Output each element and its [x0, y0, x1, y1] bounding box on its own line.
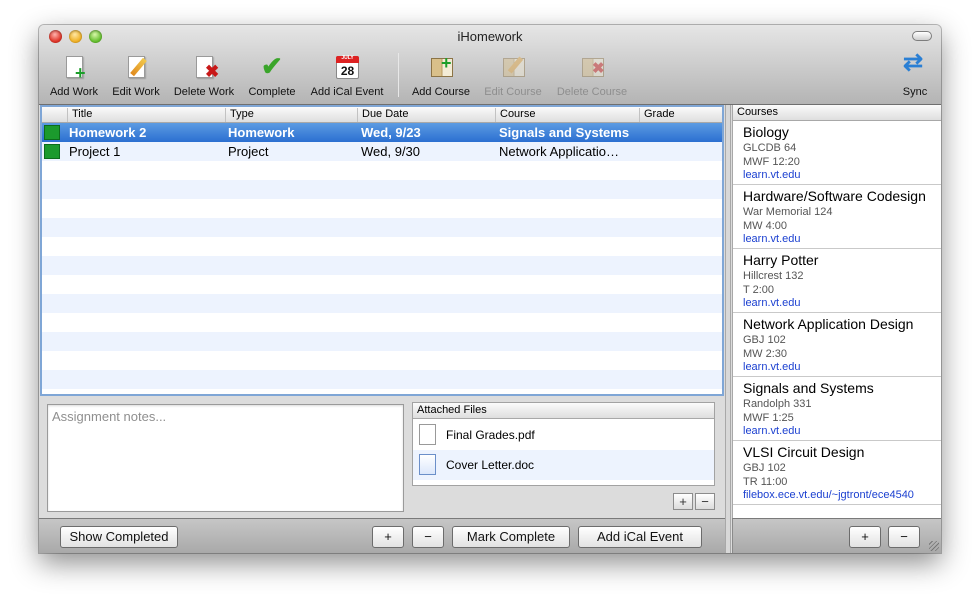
remove-work-button[interactable]: − — [412, 526, 444, 548]
courses-header: Courses — [733, 105, 941, 121]
table-row[interactable]: Homework 2 Homework Wed, 9/23 Signals an… — [42, 123, 722, 142]
bottom-bar: Show Completed + − Mark Complete Add iCa… — [39, 518, 729, 553]
add-course-icon: + — [427, 53, 455, 81]
attached-files-header: Attached Files — [413, 403, 714, 419]
row-type: Homework — [228, 125, 295, 140]
column-title[interactable]: Title — [67, 108, 225, 122]
list-item[interactable]: Final Grades.pdf — [413, 420, 714, 450]
status-indicator — [44, 125, 60, 140]
add-work-icon: + — [60, 53, 88, 82]
course-item[interactable]: Signals and Systems Randolph 331 MWF 1:2… — [733, 377, 941, 441]
course-link[interactable]: learn.vt.edu — [743, 169, 941, 182]
add-file-button[interactable]: + — [673, 493, 693, 510]
course-location: War Memorial 124 — [743, 206, 833, 218]
split-view-divider[interactable] — [725, 105, 731, 553]
course-link[interactable]: learn.vt.edu — [743, 361, 941, 374]
row-course: Signals and Systems — [499, 125, 630, 140]
toolbar-sync-button[interactable]: ⇄ Sync — [897, 51, 933, 101]
toolbar-edit-course-button[interactable]: Edit Course — [481, 51, 545, 101]
course-name: Harry Potter — [743, 252, 819, 268]
list-item[interactable]: Cover Letter.doc — [413, 450, 714, 480]
course-name: VLSI Circuit Design — [743, 444, 865, 460]
ical-calendar-icon: JULY 28 — [333, 53, 361, 81]
status-indicator — [44, 144, 60, 159]
course-location: Randolph 331 — [743, 398, 812, 410]
row-due-date: Wed, 9/30 — [361, 144, 421, 159]
assignments-table[interactable]: Title Type Due Date Course Grade Homewor… — [40, 105, 724, 396]
edit-work-icon — [122, 53, 150, 81]
course-location: GLCDB 64 — [743, 142, 797, 154]
toolbar-add-course-button[interactable]: + Add Course — [409, 51, 473, 101]
sync-icon: ⇄ — [903, 49, 924, 76]
course-item[interactable]: Network Application Design GBJ 102 MW 2:… — [733, 313, 941, 377]
title-bar: iHomework + Add Work Edit Work ✖ Delete … — [39, 25, 941, 105]
row-title: Project 1 — [69, 144, 121, 159]
assignment-notes-field[interactable]: Assignment notes... — [47, 404, 404, 512]
course-schedule: MWF 12:20 — [743, 156, 800, 168]
course-schedule: MWF 1:25 — [743, 412, 794, 424]
attached-files-list[interactable]: Attached Files Final Grades.pdf Cover Le… — [412, 402, 715, 486]
column-status[interactable] — [42, 108, 67, 122]
column-due-date[interactable]: Due Date — [357, 108, 495, 122]
mark-complete-button[interactable]: Mark Complete — [452, 526, 570, 548]
course-link[interactable]: learn.vt.edu — [743, 297, 941, 310]
table-row[interactable]: Project 1 Project Wed, 9/30 Network Appl… — [42, 142, 722, 161]
toolbar-add-ical-event-button[interactable]: JULY 28 Add iCal Event — [307, 51, 387, 101]
remove-file-button[interactable]: − — [695, 493, 715, 510]
assignments-rows: Homework 2 Homework Wed, 9/23 Signals an… — [42, 123, 722, 394]
resize-grip-icon[interactable] — [929, 541, 939, 551]
row-type: Project — [228, 144, 269, 159]
course-item[interactable]: VLSI Circuit Design GBJ 102 TR 11:00 fil… — [733, 441, 941, 505]
window-title: iHomework — [457, 29, 523, 44]
course-schedule: T 2:00 — [743, 284, 774, 296]
add-course-button[interactable]: + — [849, 526, 881, 548]
courses-bottom-bar: + − — [732, 518, 941, 553]
pdf-file-icon — [419, 424, 436, 445]
course-name: Signals and Systems — [743, 380, 874, 396]
course-item[interactable]: Hardware/Software Codesign War Memorial … — [733, 185, 941, 249]
file-name: Final Grades.pdf — [446, 428, 535, 442]
toolbar-complete-button[interactable]: ✔ Complete — [245, 51, 299, 101]
course-location: GBJ 102 — [743, 334, 786, 346]
show-completed-button[interactable]: Show Completed — [60, 526, 178, 548]
course-schedule: TR 11:00 — [743, 476, 788, 488]
toolbar-delete-work-button[interactable]: ✖ Delete Work — [171, 51, 237, 101]
course-link[interactable]: learn.vt.edu — [743, 425, 941, 438]
delete-work-icon: ✖ — [190, 53, 219, 81]
edit-course-icon — [499, 53, 527, 81]
add-ical-event-button[interactable]: Add iCal Event — [578, 526, 702, 548]
remove-course-button[interactable]: − — [888, 526, 920, 548]
column-grade[interactable]: Grade — [639, 108, 722, 122]
file-name: Cover Letter.doc — [446, 458, 535, 472]
course-name: Network Application Design — [743, 316, 914, 332]
column-course[interactable]: Course — [495, 108, 639, 122]
toolbar-separator — [398, 53, 399, 97]
add-work-button[interactable]: + — [372, 526, 404, 548]
course-name: Biology — [743, 124, 789, 140]
toolbar-toggle-button[interactable] — [912, 31, 932, 41]
course-schedule: MW 4:00 — [743, 220, 788, 232]
row-course: Network Applicatio… — [499, 144, 619, 159]
toolbar-edit-work-button[interactable]: Edit Work — [109, 51, 163, 101]
course-link[interactable]: filebox.ece.vt.edu/~jgtront/ece4540 — [743, 489, 941, 502]
course-name: Hardware/Software Codesign — [743, 188, 926, 204]
row-due-date: Wed, 9/23 — [361, 125, 421, 140]
delete-course-icon: ✖ — [578, 53, 606, 81]
doc-file-icon — [419, 454, 436, 475]
toolbar-delete-course-button[interactable]: ✖ Delete Course — [553, 51, 631, 101]
courses-sidebar[interactable]: Courses Biology GLCDB 64 MWF 12:20 learn… — [732, 105, 941, 518]
row-title: Homework 2 — [69, 125, 147, 140]
course-schedule: MW 2:30 — [743, 348, 788, 360]
course-location: Hillcrest 132 — [743, 270, 804, 282]
course-item[interactable]: Harry Potter Hillcrest 132 T 2:00 learn.… — [733, 249, 941, 313]
checkmark-icon: ✔ — [261, 51, 283, 81]
main-window: iHomework + Add Work Edit Work ✖ Delete … — [39, 25, 941, 553]
column-type[interactable]: Type — [225, 108, 357, 122]
toolbar-add-work-button[interactable]: + Add Work — [47, 51, 101, 101]
course-location: GBJ 102 — [743, 462, 786, 474]
course-link[interactable]: learn.vt.edu — [743, 233, 941, 246]
assignments-header-row: Title Type Due Date Course Grade — [42, 107, 722, 123]
course-item[interactable]: Biology GLCDB 64 MWF 12:20 learn.vt.edu — [733, 121, 941, 185]
